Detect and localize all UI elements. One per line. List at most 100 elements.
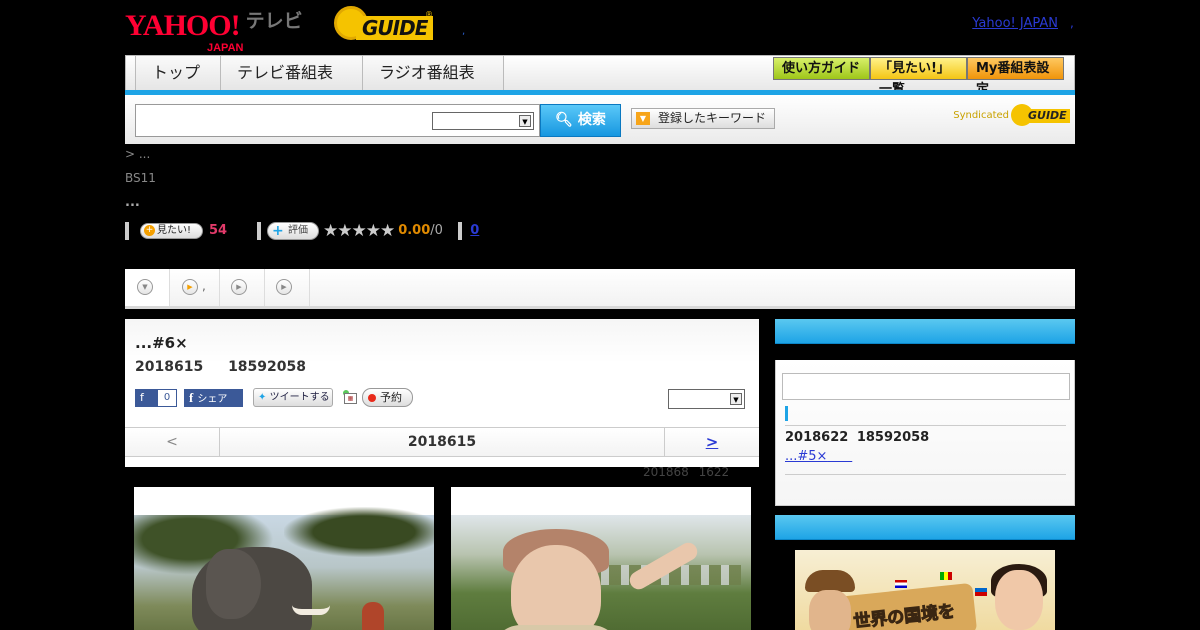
calendar-glyph: ▦ xyxy=(344,392,357,404)
nav-tab-tv-guide[interactable]: テレビ番組表 xyxy=(220,56,362,90)
photo-person xyxy=(362,602,384,630)
divider xyxy=(785,474,1066,475)
breadcrumb[interactable]: > ... xyxy=(125,147,150,161)
rate-button-label: 評価 xyxy=(288,224,308,236)
nav-right-buttons: 使い方ガイド 「見たい!」一覧 My番組表設定 xyxy=(773,57,1064,97)
facebook-like-button[interactable]: f0 xyxy=(135,388,177,407)
rate-button[interactable]: + 評価 xyxy=(267,221,319,240)
next-broadcast-link[interactable]: ...#5× xyxy=(785,449,852,464)
header-dot: , xyxy=(462,26,466,37)
facebook-like-count: 0 xyxy=(157,388,177,407)
photo-face xyxy=(511,545,601,630)
box-header xyxy=(775,319,1075,344)
program-photo-elephant[interactable] xyxy=(134,487,434,630)
mitai-list-button[interactable]: 「見たい!」一覧 xyxy=(870,57,967,97)
page: YAHOO! JAPAN テレビ GUIDE ® , Yahoo! JAPAN ,… xyxy=(0,0,1200,630)
program-subtabs: ▼ ▶, ▶ ▶ xyxy=(125,269,1075,309)
subtab-4[interactable]: ▶ xyxy=(265,269,310,306)
search-category-select[interactable]: ▼ xyxy=(432,112,534,130)
flag-icon xyxy=(975,588,987,596)
yahoo-japan-link[interactable]: Yahoo! JAPAN xyxy=(972,16,1058,31)
play-icon: ▶ xyxy=(182,279,198,295)
banner-hat xyxy=(805,570,855,592)
subtab-2[interactable]: ▶, xyxy=(170,269,220,306)
rating-stars-icon: ★★★★★ xyxy=(323,220,395,241)
search-icon: 🔍︎ xyxy=(555,112,573,128)
gguide-logo-text: GUIDE xyxy=(356,16,434,40)
play-icon: ▶ xyxy=(231,279,247,295)
next-broadcast-date: 2018622 18592058 xyxy=(785,430,930,445)
reserve-button[interactable]: 予約 xyxy=(362,388,413,407)
nav-tab-top[interactable]: トップ xyxy=(135,56,220,90)
subtab-2-label: , xyxy=(202,279,206,293)
rating-total: /0 xyxy=(430,223,443,238)
nav-tabs: トップ テレビ番組表 ラジオ番組表 xyxy=(135,56,504,90)
play-icon: ▶ xyxy=(276,279,292,295)
current-episode-date: 2018615 xyxy=(407,434,477,450)
program-title: ...#6× xyxy=(135,334,188,352)
chevron-down-icon: ▼ xyxy=(137,279,153,295)
rating-score: 0.00 xyxy=(398,223,431,238)
mitai-button[interactable]: + 見たい! xyxy=(140,222,203,239)
subtab-1[interactable]: ▼ xyxy=(125,269,170,306)
registered-keywords-label: 登録したキーワード xyxy=(658,111,767,125)
facebook-share-button[interactable]: f シェア xyxy=(184,388,243,407)
next-episode-link[interactable]: > xyxy=(664,428,759,456)
divider xyxy=(458,221,463,240)
registered-keywords-button[interactable]: ▼ 登録したキーワード xyxy=(631,108,775,129)
program-banner-image[interactable]: 世界の国境を xyxy=(795,550,1055,630)
tweet-button[interactable]: ✦ ツイートする xyxy=(253,388,333,407)
subtab-3[interactable]: ▶ xyxy=(220,269,265,306)
divider xyxy=(125,221,129,240)
program-meta-dots: ... xyxy=(125,195,140,210)
chevron-down-icon: ▼ xyxy=(519,115,531,127)
usage-guide-button[interactable]: 使い方ガイド xyxy=(773,57,870,80)
promo-box: 世界の国境を xyxy=(775,515,1075,630)
review-count-link[interactable]: 0 xyxy=(470,223,479,238)
tv-label: テレビ xyxy=(245,10,303,32)
facebook-icon: f xyxy=(189,389,194,405)
gguide-reg-mark: ® xyxy=(425,10,433,19)
syndicated-gguide-icon: GUIDE xyxy=(1011,104,1070,126)
photo-elephant-tusk xyxy=(292,605,330,615)
gguide-logo[interactable]: GUIDE ® xyxy=(334,6,434,40)
mitai-button-label: 見たい! xyxy=(157,224,192,236)
facebook-share-label: シェア xyxy=(197,393,228,405)
add-calendar-icon[interactable]: ▦ xyxy=(343,389,359,406)
syndicated-gguide-logo: Syndicated GUIDE xyxy=(953,103,1070,127)
social-buttons: f0 f シェア ✦ ツイートする ▦ 予約 xyxy=(135,388,413,407)
next-broadcast-link-text: ...#5× xyxy=(785,449,828,464)
next-broadcast-box: 2018622 18592058 ...#5× xyxy=(775,319,1075,506)
yahoo-tv-logo[interactable]: YAHOO! JAPAN テレビ xyxy=(125,5,303,54)
prev-episode-button[interactable]: < xyxy=(125,428,220,456)
chevron-down-icon: ▼ xyxy=(730,393,742,405)
syndicated-guide-text: GUIDE xyxy=(1025,109,1070,123)
search-button[interactable]: 🔍︎ 検索 xyxy=(540,104,621,137)
search-button-label: 検索 xyxy=(577,112,606,128)
global-nav: トップ テレビ番組表 ラジオ番組表 使い方ガイド 「見たい!」一覧 My番組表設… xyxy=(125,55,1075,97)
plus-icon: + xyxy=(144,224,155,236)
nav-tab-radio-guide[interactable]: ラジオ番組表 xyxy=(362,56,504,90)
box-input[interactable] xyxy=(782,373,1070,400)
flag-icon xyxy=(895,580,907,588)
program-action-select[interactable]: ▼ xyxy=(668,389,745,409)
channel-name: BS11 xyxy=(125,171,156,185)
photo-elephant-ear xyxy=(206,549,261,619)
program-detail-panel: ...#6× 2018615 18592058 f0 f シェア ✦ ツイートする… xyxy=(125,319,759,467)
banner-woman xyxy=(995,570,1043,630)
photo-tree xyxy=(284,507,434,557)
search-bar: ▼ 🔍︎ 検索 ▼ 登録したキーワード Syndicated GUIDE xyxy=(125,95,1075,144)
program-photo-host[interactable] xyxy=(451,487,751,630)
box-subheader xyxy=(775,344,1075,360)
program-airtime: 2018615 18592058 xyxy=(135,359,306,375)
plus-icon: + xyxy=(272,222,284,239)
record-dot-icon xyxy=(368,394,376,402)
episode-pager: < 2018615 > xyxy=(125,427,759,457)
flag-icon xyxy=(940,572,952,580)
banner-man xyxy=(809,590,851,630)
mitai-count: 54 xyxy=(209,223,228,238)
reserve-label: 予約 xyxy=(380,391,402,404)
header-dot-2: , xyxy=(1070,16,1074,30)
twitter-bird-icon: ✦ xyxy=(258,392,267,403)
my-guide-settings-button[interactable]: My番組表設定 xyxy=(967,57,1064,97)
